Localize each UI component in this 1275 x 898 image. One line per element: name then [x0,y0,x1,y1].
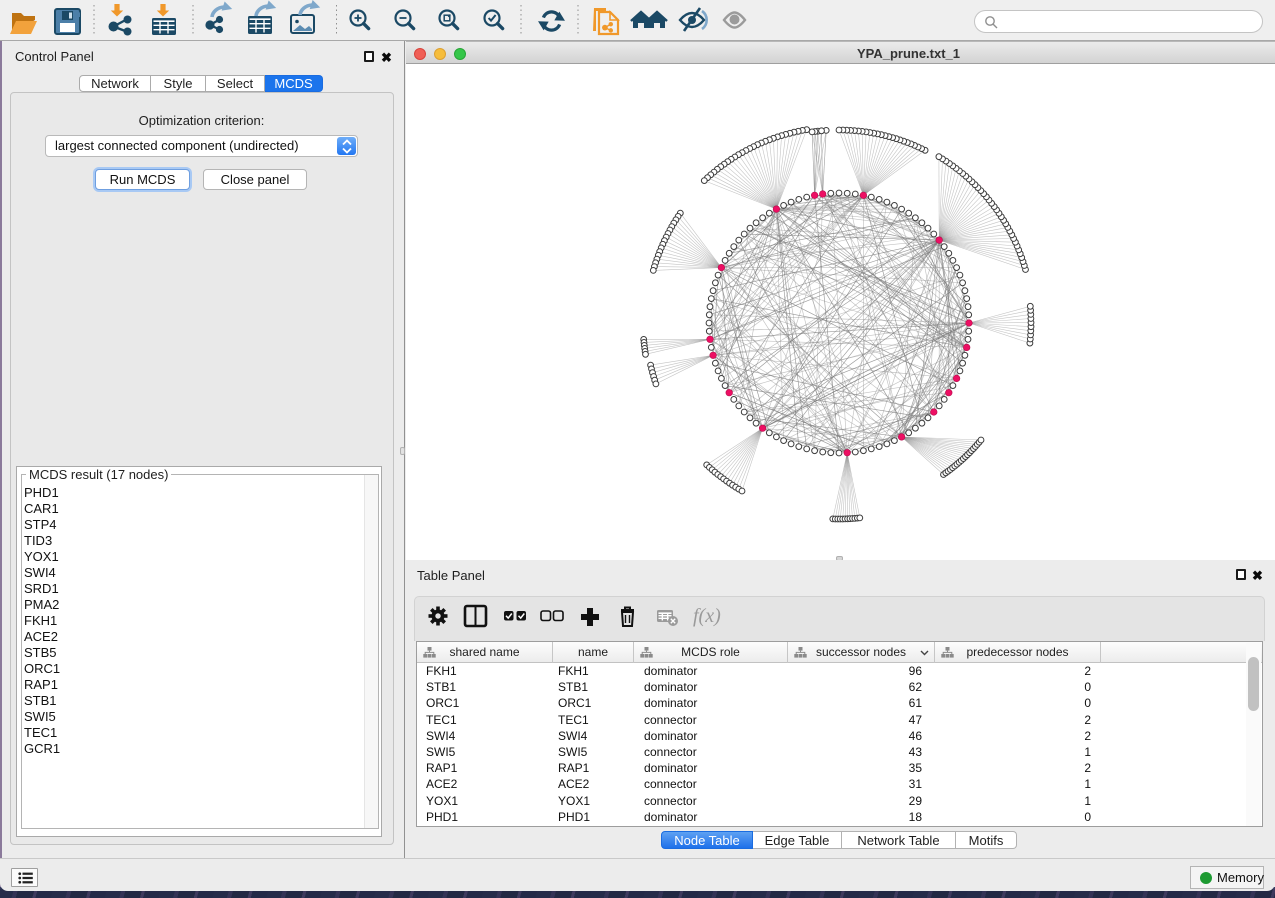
svg-text:f(x): f(x) [693,605,721,627]
